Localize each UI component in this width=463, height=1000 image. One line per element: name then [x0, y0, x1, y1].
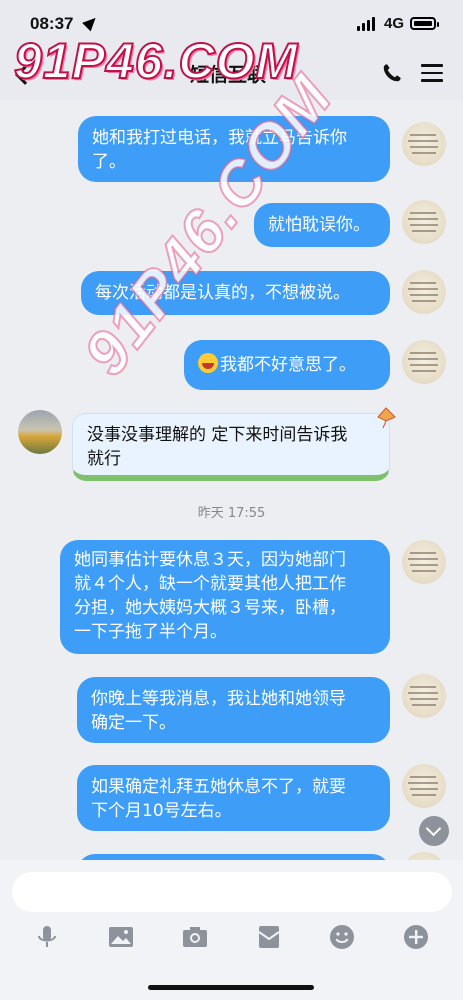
image-icon[interactable]: [107, 923, 135, 951]
laughing-emoji-icon: [198, 353, 218, 373]
menu-icon[interactable]: [421, 64, 443, 82]
message-bubble[interactable]: 就怕耽误你。: [254, 203, 390, 247]
message-line: 确定一下。: [91, 713, 176, 733]
emoji-icon[interactable]: [328, 923, 356, 951]
status-time: 08:37: [30, 14, 74, 33]
network-label: 4G: [384, 15, 405, 32]
avatar[interactable]: [402, 540, 446, 584]
signal-icon: [357, 17, 379, 31]
back-chevron-icon[interactable]: [15, 65, 35, 85]
avatar[interactable]: [402, 122, 446, 166]
avatar[interactable]: [402, 340, 446, 384]
message-bubble[interactable]: 如果确定礼拜五她休息不了，就要 下个月10号左右。: [77, 765, 390, 831]
message-line: 你晚上等我消息，我让她和她领导: [91, 689, 346, 709]
phone-icon[interactable]: [381, 62, 403, 84]
message-line: 分担，她大姨妈大概３号来，卧槽，: [74, 598, 346, 618]
avatar[interactable]: [402, 674, 446, 718]
message-bubble[interactable]: 她同事估计要休息３天，因为她部门 就４个人，缺一个就要其他人把工作 分担，她大姨…: [60, 540, 390, 654]
chat-area[interactable]: 她和我打过电话，我就立马告诉你 了。 就怕耽误你。 每次活动都是认真的，不想被说…: [0, 100, 463, 860]
avatar[interactable]: [402, 270, 446, 314]
battery-icon: [410, 17, 439, 30]
message-line: 她同事估计要休息３天，因为她部门: [74, 550, 346, 570]
message-line: 一下子拖了半个月。: [74, 622, 227, 642]
message-bubble[interactable]: 她和我打过电话，我就立马告诉你 了。: [78, 116, 390, 182]
mic-icon[interactable]: [33, 923, 61, 951]
message-line: 就行: [87, 449, 121, 469]
message-line: 就怕耽误你。: [268, 215, 370, 235]
kite-icon: [377, 407, 396, 429]
message-line: 没事没事理解的 定下来时间告诉我: [87, 425, 348, 445]
message-input[interactable]: [12, 872, 452, 912]
home-indicator[interactable]: [148, 985, 314, 990]
message-line: 我都不好意思了。: [220, 355, 356, 375]
input-bar: [0, 860, 463, 1000]
location-arrow-icon: [82, 13, 100, 32]
camera-icon[interactable]: [181, 923, 209, 951]
message-line: 每次活动都是认真的，不想被说。: [95, 283, 350, 303]
avatar[interactable]: [402, 200, 446, 244]
chat-title: 短信互联: [190, 64, 267, 86]
avatar[interactable]: [18, 410, 62, 454]
message-line: 了。: [92, 152, 126, 172]
red-packet-icon[interactable]: [255, 923, 283, 951]
message-line: 下个月10号左右。: [91, 801, 232, 821]
message-bubble[interactable]: 没事没事理解的 定下来时间告诉我 就行: [72, 413, 390, 481]
message-line: 如果确定礼拜五她休息不了，就要: [91, 777, 346, 797]
message-line: 她和我打过电话，我就立马告诉你: [92, 128, 347, 148]
status-bar: 08:37 4G: [0, 0, 463, 50]
avatar[interactable]: [402, 852, 446, 860]
message-bubble[interactable]: 我都不好意思了。: [184, 340, 390, 390]
message-bubble[interactable]: 每次活动都是认真的，不想被说。: [81, 271, 390, 315]
plus-icon[interactable]: [402, 923, 430, 951]
timestamp: 昨天 17:55: [197, 506, 266, 521]
nav-bar: 短信互联: [0, 50, 463, 100]
scroll-to-bottom-button[interactable]: [419, 816, 449, 846]
message-line: 就４个人，缺一个就要其他人把工作: [74, 574, 346, 594]
message-bubble[interactable]: 你晚上等我消息，我让她和她领导 确定一下。: [77, 677, 390, 743]
avatar[interactable]: [402, 764, 446, 808]
